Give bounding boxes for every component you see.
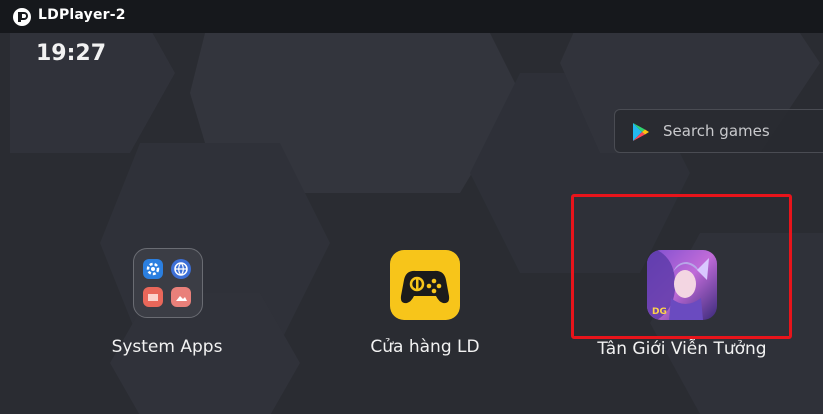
google-play-icon	[633, 123, 649, 141]
selection-highlight	[571, 194, 792, 339]
app-system-apps[interactable]: System Apps	[77, 248, 257, 368]
app-label-system-apps: System Apps	[111, 337, 223, 357]
search-placeholder: Search games	[663, 122, 770, 140]
app-label-ld-store: Cửa hàng LD	[370, 337, 480, 357]
settings-icon	[143, 259, 163, 279]
status-clock: 19:27	[36, 41, 107, 66]
gallery-icon	[171, 287, 191, 307]
folder-icon	[133, 248, 203, 318]
file-manager-icon	[143, 287, 163, 307]
app-ld-store[interactable]: Cửa hàng LD	[335, 248, 515, 368]
gamepad-icon	[390, 250, 460, 320]
window-title: LDPlayer-2	[38, 7, 126, 23]
app-label-tan-gioi-vien-tuong: Tân Giới Viễn Tưởng	[597, 339, 767, 359]
title-bar: LDPlayer-2	[0, 0, 823, 33]
browser-icon	[171, 259, 191, 279]
search-games-bar[interactable]: Search games	[614, 109, 823, 153]
ldplayer-logo-icon	[13, 8, 31, 26]
